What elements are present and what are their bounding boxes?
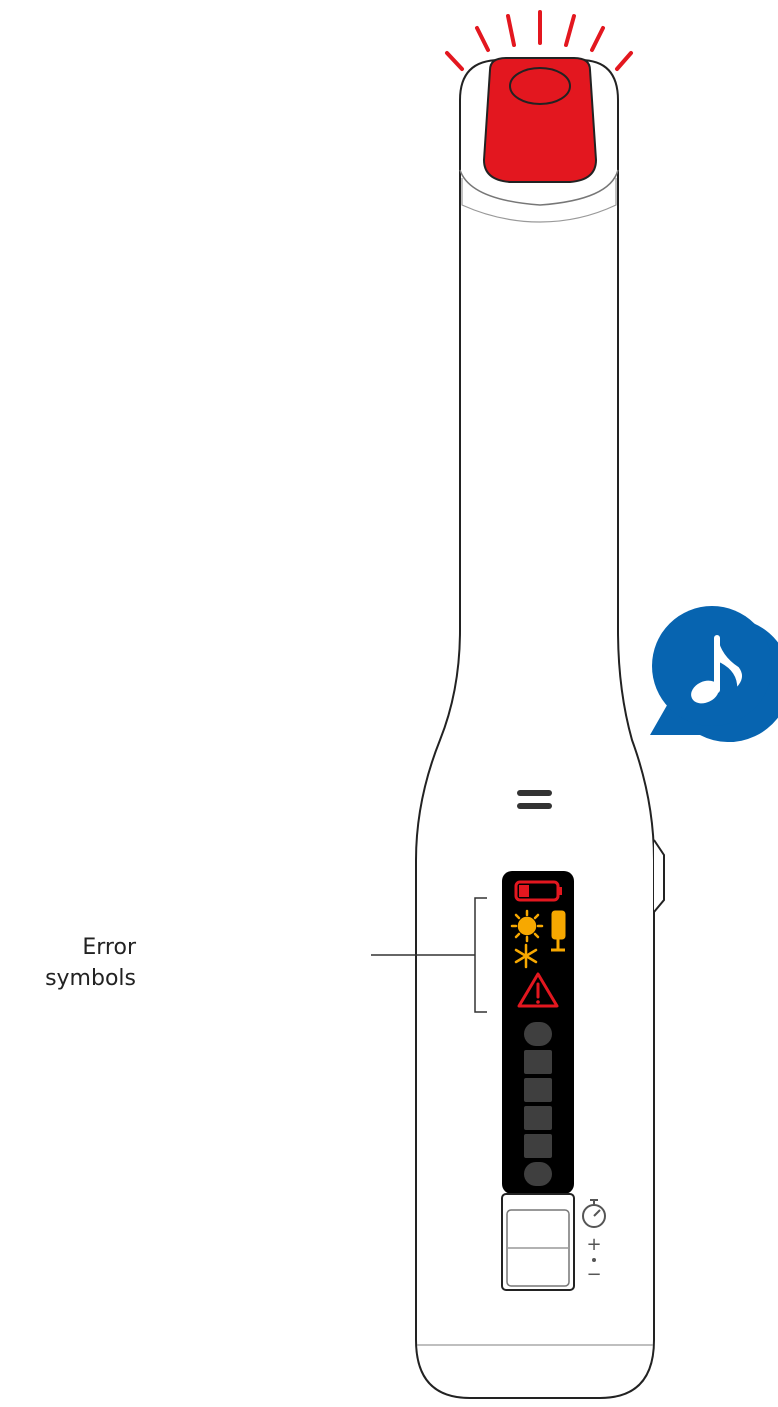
sun-icon (510, 909, 544, 943)
side-switch (653, 839, 665, 913)
callout-line-1: Error (82, 935, 136, 960)
level-segment (524, 1106, 552, 1130)
level-segment (524, 1050, 552, 1074)
callout-line-2: symbols (45, 966, 136, 991)
level-segment (524, 1162, 552, 1186)
minus-label: − (586, 1264, 601, 1285)
mode-slider[interactable] (501, 1193, 575, 1291)
level-segment (524, 1134, 552, 1158)
power-button-icon[interactable] (482, 57, 598, 183)
music-note-icon (650, 606, 778, 742)
device-illustration: + − (371, 10, 778, 1399)
plus-label: + (586, 1234, 601, 1255)
error-symbols-label: Error symbols (0, 932, 136, 994)
level-segment (524, 1078, 552, 1102)
mode-dot (592, 1258, 596, 1262)
level-segment (524, 1022, 552, 1046)
